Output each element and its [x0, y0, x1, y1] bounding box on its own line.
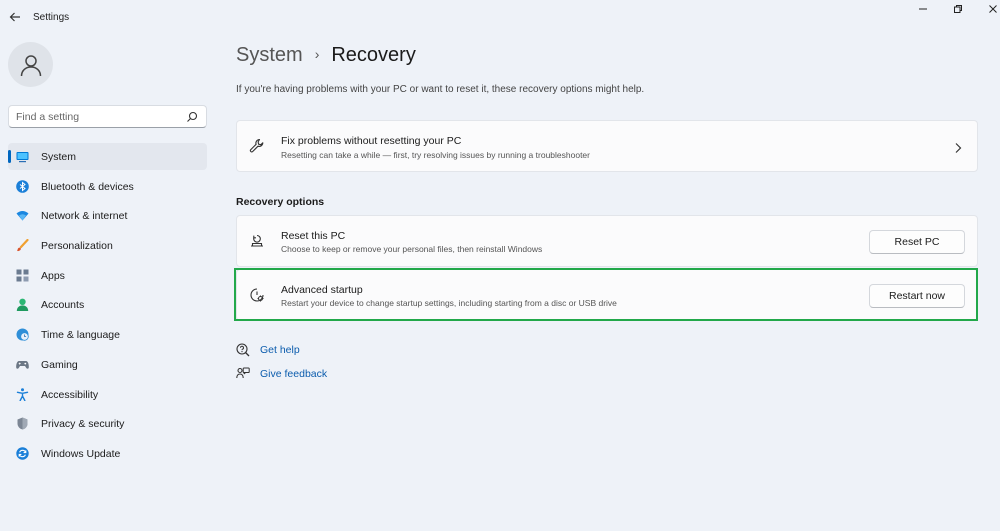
sidebar-item-label: Personalization [41, 240, 113, 253]
advanced-startup-title: Advanced startup [281, 284, 363, 296]
minimize-icon[interactable] [906, 4, 940, 20]
sidebar-item-label: Bluetooth & devices [41, 180, 134, 193]
wifi-icon [16, 209, 29, 222]
sidebar-item-label: Apps [41, 269, 65, 282]
get-help-label[interactable]: Get help [260, 344, 300, 356]
help-icon [236, 343, 250, 357]
sidebar-item-windows-update[interactable]: Windows Update [8, 440, 207, 467]
sidebar-item-personalization[interactable]: Personalization [8, 232, 207, 259]
wrench-icon [249, 138, 265, 154]
search-icon[interactable] [186, 110, 198, 122]
advanced-startup-subtitle: Restart your device to change startup se… [281, 298, 617, 308]
fix-problems-card[interactable]: Fix problems without resetting your PC R… [236, 120, 978, 172]
window-title: Settings [33, 12, 70, 23]
restore-icon[interactable] [941, 4, 975, 20]
sidebar-item-accounts[interactable]: Accounts [8, 291, 207, 318]
feedback-icon [236, 367, 250, 381]
breadcrumb-chevron-icon: › [314, 46, 320, 62]
shield-icon [16, 417, 29, 430]
bluetooth-icon [16, 179, 29, 193]
fix-problems-title: Fix problems without resetting your PC [281, 135, 462, 147]
close-icon[interactable] [976, 4, 1000, 20]
sidebar-item-time-language[interactable]: Time & language [8, 321, 207, 348]
give-feedback-label[interactable]: Give feedback [260, 368, 327, 380]
breadcrumb: System › Recovery [236, 44, 416, 67]
sidebar-item-accessibility[interactable]: Accessibility [8, 381, 207, 408]
reset-pc-title: Reset this PC [281, 230, 346, 242]
sidebar-item-gaming[interactable]: Gaming [8, 351, 207, 378]
person-icon [16, 298, 29, 312]
advanced-startup-card: Advanced startup Restart your device to … [236, 269, 978, 321]
brush-icon [16, 238, 29, 252]
search-input[interactable] [16, 109, 181, 125]
restart-now-button[interactable]: Restart now [869, 284, 965, 308]
sidebar-item-bluetooth[interactable]: Bluetooth & devices [8, 173, 207, 200]
page-title: Recovery [331, 44, 416, 66]
sidebar-nav: System Bluetooth & devices Network & int… [8, 143, 207, 470]
sidebar-item-label: System [41, 151, 77, 163]
update-icon [16, 447, 29, 460]
sidebar-item-network[interactable]: Network & internet [8, 202, 207, 229]
reset-pc-subtitle: Choose to keep or remove your personal f… [281, 244, 543, 254]
fix-problems-subtitle: Resetting can take a while — first, try … [281, 150, 590, 160]
sidebar-item-label: Time & language [41, 329, 120, 342]
accessibility-icon [16, 387, 29, 401]
apps-icon [16, 269, 29, 282]
sidebar-item-privacy-security[interactable]: Privacy & security [8, 410, 207, 437]
reset-pc-button[interactable]: Reset PC [869, 230, 965, 254]
advanced-startup-icon [249, 287, 265, 303]
back-arrow-icon[interactable] [8, 10, 22, 24]
avatar[interactable] [8, 42, 53, 87]
sidebar-item-system[interactable]: System [8, 143, 207, 170]
sidebar: System Bluetooth & devices Network & int… [0, 36, 220, 531]
chevron-right-icon [953, 141, 963, 153]
reset-pc-icon [249, 233, 265, 249]
sidebar-item-apps[interactable]: Apps [8, 262, 207, 289]
user-icon [20, 54, 41, 76]
monitor-icon [16, 150, 29, 163]
sidebar-item-label: Gaming [41, 358, 78, 371]
recovery-options-heading: Recovery options [236, 196, 325, 208]
page-description: If you're having problems with your PC o… [236, 84, 645, 95]
search-box[interactable] [8, 105, 207, 128]
gamepad-icon [16, 358, 29, 371]
sidebar-item-label: Privacy & security [41, 418, 125, 431]
reset-pc-card: Reset this PC Choose to keep or remove y… [236, 215, 978, 267]
globe-clock-icon [16, 328, 29, 341]
breadcrumb-parent[interactable]: System [236, 44, 303, 66]
sidebar-item-label: Windows Update [41, 447, 121, 460]
sidebar-item-label: Network & internet [41, 210, 128, 223]
sidebar-item-label: Accessibility [41, 388, 99, 401]
sidebar-item-label: Accounts [41, 299, 85, 312]
title-bar: Settings [0, 0, 1000, 36]
